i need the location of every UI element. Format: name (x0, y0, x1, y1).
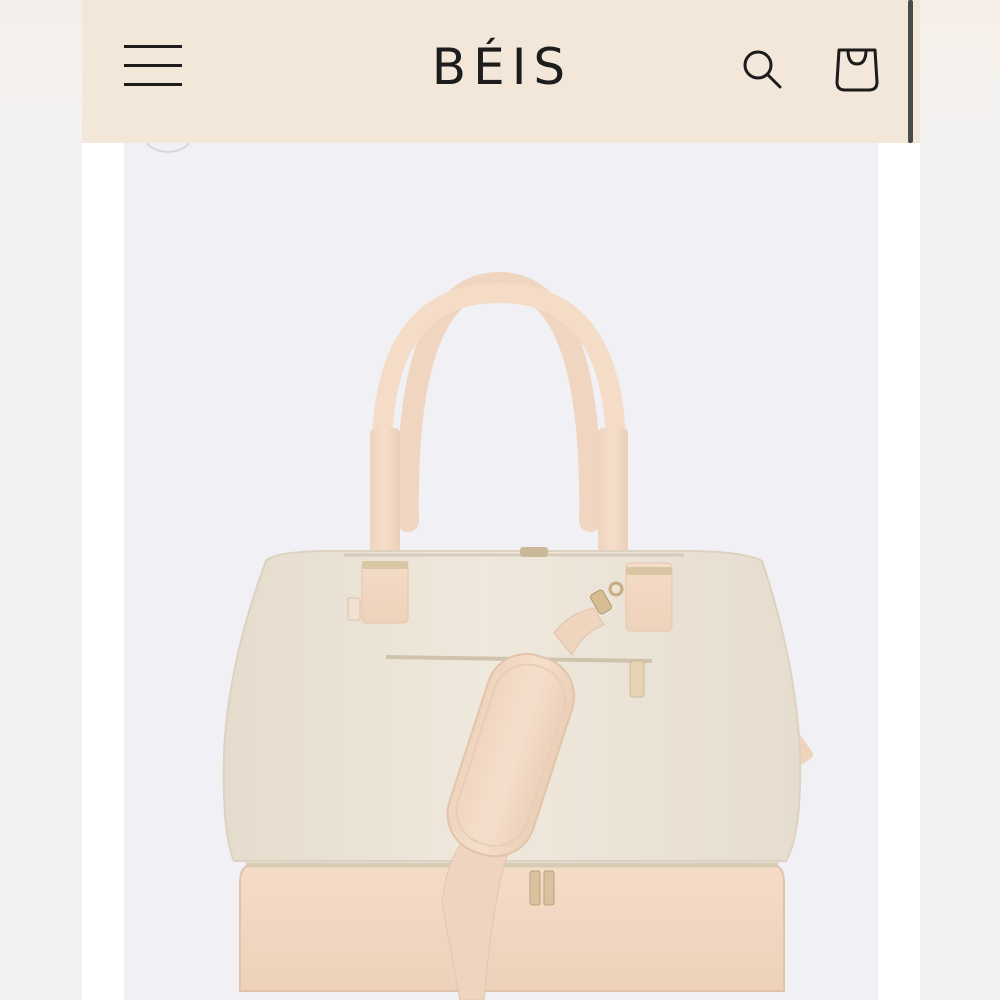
menu-line (124, 45, 182, 48)
page-edge-left (0, 0, 82, 1000)
page-edge-right (920, 0, 1000, 1000)
mobile-screen: BÉIS (82, 0, 920, 1000)
hamburger-menu-icon[interactable] (122, 40, 184, 92)
brand-logo[interactable]: BÉIS (382, 22, 622, 112)
product-image-gallery[interactable] (124, 143, 878, 1000)
shopping-bag-icon[interactable] (832, 42, 882, 96)
search-icon[interactable] (737, 44, 787, 94)
weekender-bag-image (222, 271, 814, 1000)
menu-line (124, 83, 182, 86)
menu-line (124, 64, 182, 67)
site-header: BÉIS (82, 0, 920, 143)
scrollbar[interactable] (908, 0, 913, 143)
